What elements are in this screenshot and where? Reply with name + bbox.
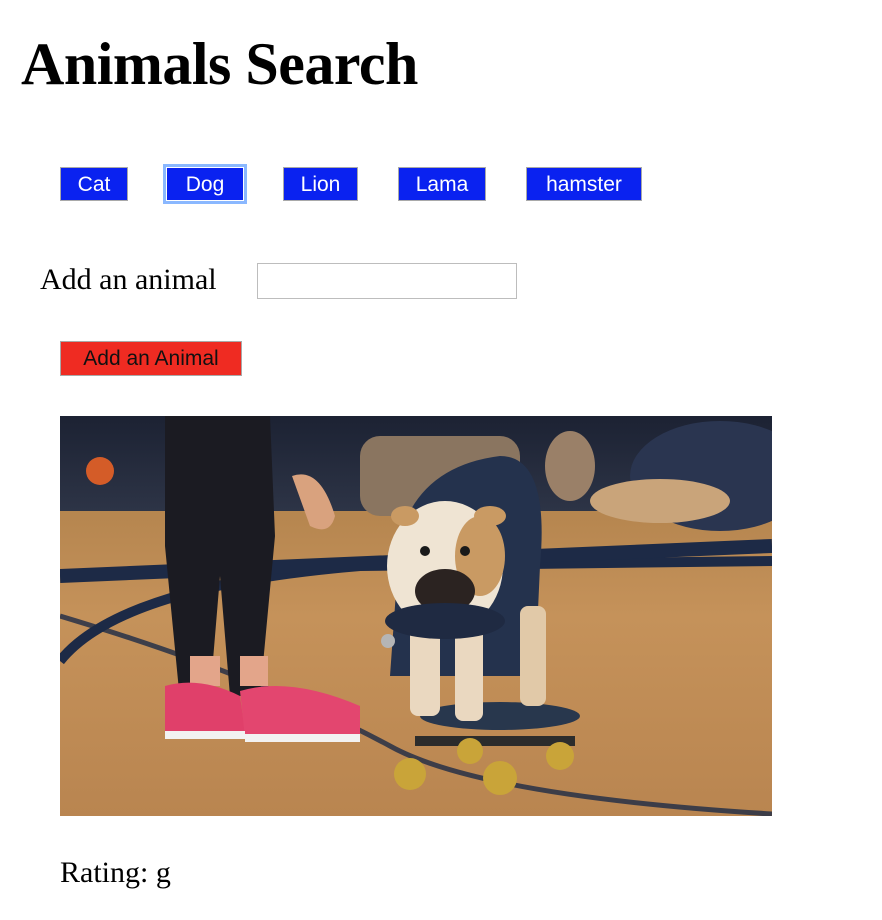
- animal-button-dog[interactable]: Dog: [166, 167, 244, 201]
- rating-line: Rating: g: [60, 855, 171, 891]
- add-animal-label: Add an animal: [40, 263, 217, 296]
- page-title: Animals Search: [21, 31, 418, 97]
- rating-value: g: [155, 856, 171, 889]
- animal-button-lion[interactable]: Lion: [283, 167, 358, 201]
- rating-label: Rating:: [60, 856, 149, 889]
- animal-button-hamster[interactable]: hamster: [526, 167, 642, 201]
- animal-button-cat[interactable]: Cat: [60, 167, 128, 201]
- bulldog-skateboard-illustration: [60, 416, 772, 816]
- animal-gif-image[interactable]: [60, 416, 772, 816]
- add-animal-button[interactable]: Add an Animal: [60, 341, 242, 376]
- add-animal-input[interactable]: [257, 263, 517, 299]
- animal-button-lama[interactable]: Lama: [398, 167, 486, 201]
